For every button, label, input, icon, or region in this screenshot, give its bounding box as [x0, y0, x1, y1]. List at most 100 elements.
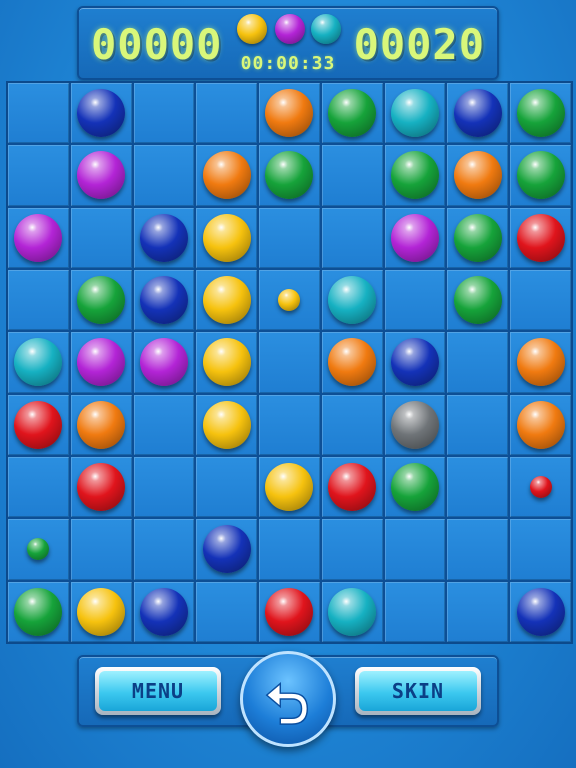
- board-cell[interactable]: [133, 519, 195, 580]
- board-cell[interactable]: [196, 83, 258, 144]
- board-cell[interactable]: [70, 581, 132, 642]
- board-cell[interactable]: [321, 332, 383, 393]
- board-cell[interactable]: [196, 581, 258, 642]
- green-ball[interactable]: [453, 213, 502, 262]
- board-cell[interactable]: [384, 456, 446, 518]
- purple-ball[interactable]: [77, 338, 126, 387]
- board-cell[interactable]: [447, 581, 509, 642]
- board-cell[interactable]: [196, 145, 258, 206]
- board-cell[interactable]: [8, 207, 69, 268]
- green-ball[interactable]: [77, 276, 126, 325]
- board-cell[interactable]: [259, 456, 320, 518]
- board-cell[interactable]: [259, 145, 320, 206]
- board-cell[interactable]: [510, 519, 571, 580]
- board-cell[interactable]: [133, 269, 195, 331]
- board-cell[interactable]: [510, 581, 571, 642]
- purple-ball[interactable]: [14, 213, 63, 262]
- board-cell[interactable]: [133, 83, 195, 144]
- board-cell[interactable]: [259, 83, 320, 144]
- green-ball[interactable]: [516, 151, 565, 200]
- board-cell[interactable]: [8, 456, 69, 518]
- cyan-ball[interactable]: [14, 338, 63, 387]
- board-cell[interactable]: [447, 207, 509, 268]
- board-cell[interactable]: [384, 269, 446, 331]
- board-cell[interactable]: [447, 394, 509, 455]
- purple-ball[interactable]: [391, 213, 440, 262]
- board-cell[interactable]: [70, 394, 132, 455]
- orange-ball[interactable]: [516, 338, 565, 387]
- board-cell[interactable]: [8, 394, 69, 455]
- green-ball[interactable]: [14, 587, 63, 636]
- board-cell[interactable]: [384, 145, 446, 206]
- board-cell[interactable]: [259, 207, 320, 268]
- board-cell[interactable]: [133, 456, 195, 518]
- board-cell[interactable]: [384, 581, 446, 642]
- small-red-ball[interactable]: [529, 476, 552, 499]
- board-cell[interactable]: [447, 519, 509, 580]
- board-cell[interactable]: [510, 83, 571, 144]
- board-cell[interactable]: [196, 269, 258, 331]
- board-cell[interactable]: [133, 145, 195, 206]
- red-ball[interactable]: [516, 213, 565, 262]
- board-cell[interactable]: [510, 456, 571, 518]
- board-cell[interactable]: [384, 519, 446, 580]
- board-cell[interactable]: [8, 145, 69, 206]
- board-cell[interactable]: [8, 332, 69, 393]
- blue-ball[interactable]: [77, 89, 126, 138]
- red-ball[interactable]: [77, 463, 126, 512]
- orange-ball[interactable]: [77, 400, 126, 449]
- yellow-ball[interactable]: [202, 338, 251, 387]
- board-cell[interactable]: [384, 83, 446, 144]
- blue-ball[interactable]: [516, 587, 565, 636]
- board-cell[interactable]: [321, 207, 383, 268]
- board-cell[interactable]: [447, 83, 509, 144]
- undo-button[interactable]: [240, 651, 336, 747]
- board-cell[interactable]: [321, 394, 383, 455]
- yellow-ball[interactable]: [77, 587, 126, 636]
- orange-ball[interactable]: [328, 338, 377, 387]
- yellow-ball[interactable]: [202, 276, 251, 325]
- board-cell[interactable]: [510, 332, 571, 393]
- board-cell[interactable]: [384, 207, 446, 268]
- board-cell[interactable]: [259, 332, 320, 393]
- board-cell[interactable]: [259, 269, 320, 331]
- board-cell[interactable]: [196, 456, 258, 518]
- blue-ball[interactable]: [453, 89, 502, 138]
- blue-ball[interactable]: [202, 525, 251, 574]
- orange-ball[interactable]: [453, 151, 502, 200]
- board-cell[interactable]: [259, 581, 320, 642]
- yellow-ball[interactable]: [265, 463, 314, 512]
- board-cell[interactable]: [321, 83, 383, 144]
- board-cell[interactable]: [8, 83, 69, 144]
- board-cell[interactable]: [510, 394, 571, 455]
- blue-ball[interactable]: [139, 213, 188, 262]
- board-cell[interactable]: [70, 83, 132, 144]
- board-cell[interactable]: [196, 394, 258, 455]
- board-cell[interactable]: [70, 269, 132, 331]
- board-cell[interactable]: [321, 145, 383, 206]
- board-cell[interactable]: [259, 519, 320, 580]
- board-cell[interactable]: [8, 581, 69, 642]
- board-cell[interactable]: [510, 269, 571, 331]
- green-ball[interactable]: [453, 276, 502, 325]
- menu-button[interactable]: MENU: [95, 667, 221, 715]
- board-cell[interactable]: [70, 456, 132, 518]
- yellow-ball[interactable]: [202, 400, 251, 449]
- orange-ball[interactable]: [202, 151, 251, 200]
- green-ball[interactable]: [328, 89, 377, 138]
- board-cell[interactable]: [70, 207, 132, 268]
- cyan-ball[interactable]: [328, 276, 377, 325]
- board-cell[interactable]: [196, 332, 258, 393]
- board-cell[interactable]: [510, 207, 571, 268]
- board-cell[interactable]: [70, 145, 132, 206]
- board-cell[interactable]: [447, 269, 509, 331]
- board-cell[interactable]: [196, 207, 258, 268]
- board-cell[interactable]: [133, 332, 195, 393]
- cyan-ball[interactable]: [328, 587, 377, 636]
- board-cell[interactable]: [70, 332, 132, 393]
- orange-ball[interactable]: [265, 89, 314, 138]
- board-cell[interactable]: [8, 269, 69, 331]
- green-ball[interactable]: [391, 151, 440, 200]
- board-cell[interactable]: [321, 269, 383, 331]
- green-ball[interactable]: [265, 151, 314, 200]
